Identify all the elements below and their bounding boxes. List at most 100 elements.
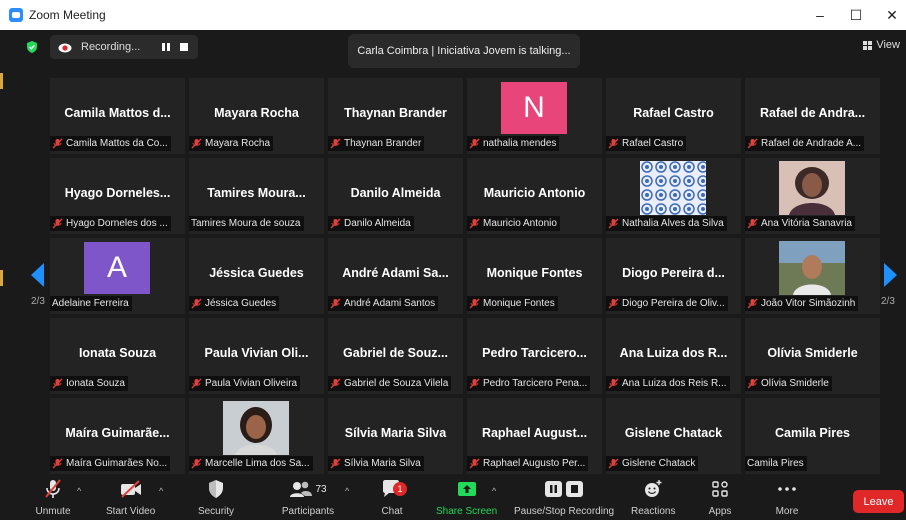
minimize-button[interactable]: – xyxy=(802,0,838,30)
participant-label: Ana Luiza dos Reis R... xyxy=(606,376,730,391)
participant-label-text: Nathalia Alves da Silva xyxy=(622,218,724,229)
stop-recording-icon[interactable] xyxy=(180,43,188,51)
audio-options-caret-icon[interactable]: ^ xyxy=(77,486,81,496)
muted-mic-icon xyxy=(747,298,758,309)
muted-mic-icon xyxy=(330,298,341,309)
view-button[interactable]: View xyxy=(863,39,900,51)
maximize-button[interactable]: ☐ xyxy=(838,0,874,30)
participant-tile[interactable]: Diogo Pereira d... Diogo Pereira de Oliv.… xyxy=(606,238,741,314)
next-page-arrow-icon[interactable] xyxy=(884,263,897,287)
participant-label-text: Mauricio Antonio xyxy=(483,218,557,229)
muted-mic-icon xyxy=(330,458,341,469)
participant-label: Ionata Souza xyxy=(50,376,128,391)
share-screen-label: Share Screen xyxy=(436,506,498,517)
participant-tile[interactable]: Gislene Chatack Gislene Chatack xyxy=(606,398,741,474)
participant-label-text: Sílvia Maria Silva xyxy=(344,458,421,469)
participant-label-text: Thaynan Brander xyxy=(344,138,422,149)
unmute-label: Unmute xyxy=(35,506,71,517)
participant-tile[interactable]: Raphael August... Raphael Augusto Per... xyxy=(467,398,602,474)
previous-page-arrow-icon[interactable] xyxy=(31,263,44,287)
close-button[interactable]: ✕ xyxy=(874,0,906,30)
participant-tile[interactable]: André Adami Sa... André Adami Santos xyxy=(328,238,463,314)
participant-tile[interactable]: Sílvia Maria Silva Sílvia Maria Silva xyxy=(328,398,463,474)
participant-label-text: Ana Luiza dos Reis R... xyxy=(622,378,727,389)
participant-tile[interactable]: Ionata Souza Ionata Souza xyxy=(50,318,185,394)
participant-tile[interactable]: Camila Mattos d... Camila Mattos da Co... xyxy=(50,78,185,154)
reactions-button[interactable]: Reactions xyxy=(631,476,675,520)
video-options-caret-icon[interactable]: ^ xyxy=(159,486,163,496)
participant-label: Diogo Pereira de Oliv... xyxy=(606,296,728,311)
participant-tile[interactable]: Ana Vitória Sanavria xyxy=(745,158,880,234)
muted-mic-icon xyxy=(469,218,480,229)
participant-tile[interactable]: Danilo Almeida Danilo Almeida xyxy=(328,158,463,234)
participant-tile[interactable]: Olívia Smiderle Olívia Smiderle xyxy=(745,318,880,394)
participant-tile[interactable]: Ana Luiza dos R... Ana Luiza dos Reis R..… xyxy=(606,318,741,394)
apps-label: Apps xyxy=(708,506,732,517)
recording-indicator: Recording... xyxy=(50,35,198,59)
participant-tile[interactable]: Mayara Rocha Mayara Rocha xyxy=(189,78,324,154)
participant-name: Tamires Moura... xyxy=(207,186,306,200)
security-label: Security xyxy=(197,506,235,517)
participant-label: Adelaine Ferreira xyxy=(50,296,132,311)
participant-tile[interactable]: Rafael Castro Rafael Castro xyxy=(606,78,741,154)
share-screen-button[interactable]: Share Screen xyxy=(436,476,497,520)
unmute-button[interactable]: Unmute xyxy=(33,476,73,520)
muted-mic-icon xyxy=(747,378,758,389)
participant-tile[interactable]: Maíra Guimarãe... Maíra Guimarães No... xyxy=(50,398,185,474)
chat-button[interactable]: Chat xyxy=(372,476,412,520)
pause-recording-icon[interactable] xyxy=(162,43,170,51)
participant-label: Nathalia Alves da Silva xyxy=(606,216,727,231)
participant-photo xyxy=(779,161,845,215)
participant-tile[interactable]: Monique Fontes Monique Fontes xyxy=(467,238,602,314)
leave-button[interactable]: Leave xyxy=(853,490,904,513)
participant-name: Gislene Chatack xyxy=(624,426,723,440)
share-options-caret-icon[interactable]: ^ xyxy=(492,486,496,496)
participant-label-text: Marcelle Lima dos Sa... xyxy=(205,458,310,469)
participant-name: Olívia Smiderle xyxy=(767,346,858,360)
more-button[interactable]: More xyxy=(767,476,807,520)
participant-tile[interactable]: Gabriel de Souz... Gabriel de Souza Vilel… xyxy=(328,318,463,394)
pause-stop-recording-button[interactable]: Pause/Stop Recording xyxy=(514,476,614,520)
participant-tile[interactable]: Thaynan Brander Thaynan Brander xyxy=(328,78,463,154)
participant-tile[interactable]: Mauricio Antonio Mauricio Antonio xyxy=(467,158,602,234)
security-button[interactable]: Security xyxy=(196,476,236,520)
participant-label: Rafael Castro xyxy=(606,136,687,151)
start-video-button[interactable]: Start Video xyxy=(106,476,155,520)
participant-photo xyxy=(640,161,706,215)
participant-label-text: Camila Pires xyxy=(747,458,804,469)
participant-label: Danilo Almeida xyxy=(328,216,414,231)
active-speaker-banner: Carla Coimbra | Iniciativa Jovem is talk… xyxy=(348,34,580,68)
muted-mic-icon xyxy=(469,138,480,149)
security-shield-icon[interactable] xyxy=(25,40,39,54)
participant-tile[interactable]: A Adelaine Ferreira xyxy=(50,238,185,314)
participant-name: Rafael de Andra... xyxy=(759,106,866,120)
security-shield-icon xyxy=(196,476,236,502)
participant-tile[interactable]: Nnathalia mendes xyxy=(467,78,602,154)
muted-mic-icon xyxy=(52,458,63,469)
participant-label-text: Pedro Tarcicero Pena... xyxy=(483,378,588,389)
participants-options-caret-icon[interactable]: ^ xyxy=(345,486,349,496)
participant-tile[interactable]: Hyago Dorneles... Hyago Dorneles dos ... xyxy=(50,158,185,234)
participant-tile[interactable]: Rafael de Andra... Rafael de Andrade A... xyxy=(745,78,880,154)
participant-tile[interactable]: Nathalia Alves da Silva xyxy=(606,158,741,234)
participants-button[interactable]: 73 Participants xyxy=(278,476,338,520)
participant-tile[interactable]: Marcelle Lima dos Sa... xyxy=(189,398,324,474)
participant-label-text: nathalia mendes xyxy=(483,138,557,149)
participant-tile[interactable]: João Vitor Simãozinh xyxy=(745,238,880,314)
participant-label-text: Danilo Almeida xyxy=(344,218,411,229)
muted-mic-icon xyxy=(469,378,480,389)
participant-name: Camila Pires xyxy=(774,426,851,440)
participant-tile[interactable]: Tamires Moura... Tamires Moura de souza xyxy=(189,158,324,234)
participant-name: Diogo Pereira d... xyxy=(622,266,725,280)
participant-tile[interactable]: Paula Vivian Oli... Paula Vivian Oliveira xyxy=(189,318,324,394)
participant-tile[interactable]: Pedro Tarcicero... Pedro Tarcicero Pena..… xyxy=(467,318,602,394)
participants-count: 73 xyxy=(315,483,327,495)
participant-tile[interactable]: Camila Pires Camila Pires xyxy=(745,398,880,474)
participant-label: Paula Vivian Oliveira xyxy=(189,376,301,391)
participant-label: Mauricio Antonio xyxy=(467,216,560,231)
participant-tile[interactable]: Jéssica Guedes Jéssica Guedes xyxy=(189,238,324,314)
participant-name: Jéssica Guedes xyxy=(209,266,304,280)
window-title: Zoom Meeting xyxy=(29,8,106,22)
apps-button[interactable]: Apps xyxy=(700,476,740,520)
participant-name: Danilo Almeida xyxy=(350,186,441,200)
